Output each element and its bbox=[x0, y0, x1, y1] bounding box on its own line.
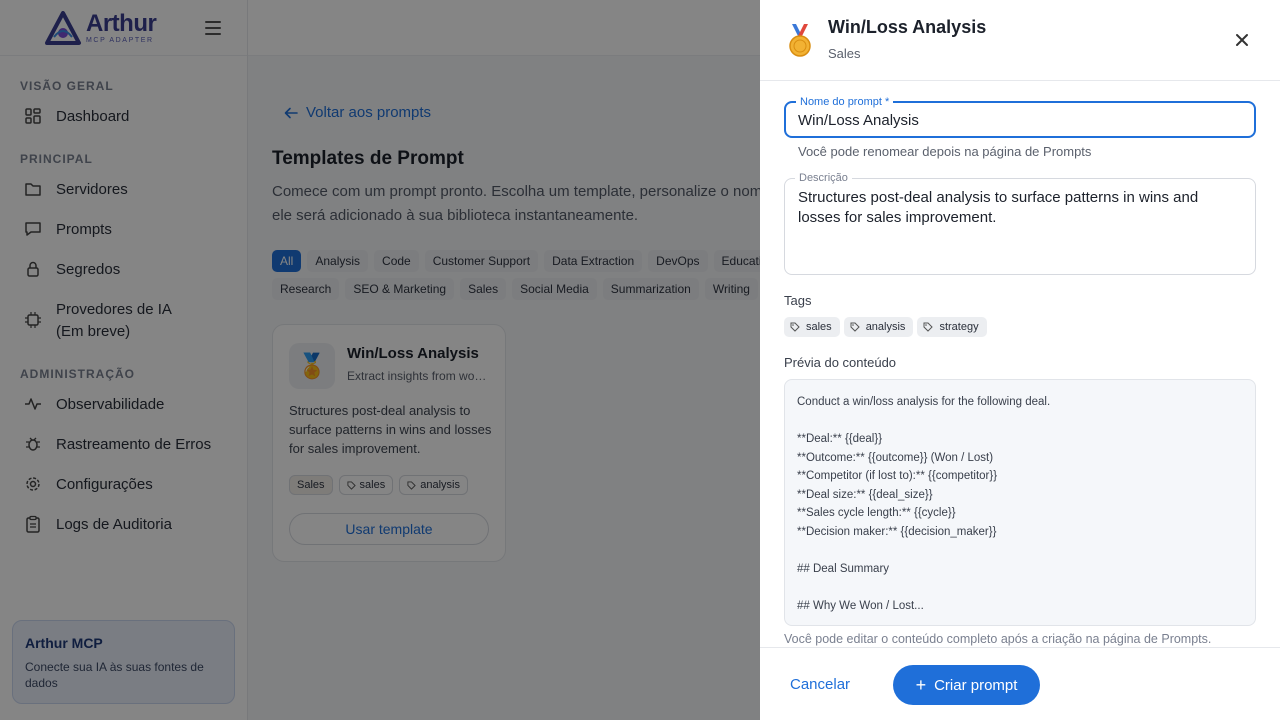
drawer-title: Win/Loss Analysis bbox=[828, 17, 987, 37]
description-label: Descrição bbox=[795, 171, 852, 185]
drawer-subtitle: Sales bbox=[828, 46, 861, 61]
cancel-button[interactable]: Cancelar bbox=[790, 676, 850, 693]
medal-icon bbox=[789, 24, 811, 57]
preview-line bbox=[797, 412, 1243, 431]
tag-list: sales analysis strategy bbox=[784, 317, 987, 337]
tag-chip: analysis bbox=[843, 317, 914, 337]
preview-line: ## Why We Won / Lost... bbox=[797, 599, 924, 612]
tag-icon bbox=[923, 322, 934, 332]
drawer-footer: Cancelar + Criar prompt bbox=[760, 647, 1280, 720]
content-preview-label: Prévia do conteúdo bbox=[784, 355, 897, 370]
tag-icon bbox=[850, 322, 860, 332]
tag-label: strategy bbox=[939, 321, 979, 333]
tag-chip: strategy bbox=[917, 317, 987, 337]
create-prompt-button[interactable]: + Criar prompt bbox=[893, 665, 1040, 705]
content-preview: Conduct a win/loss analysis for the foll… bbox=[784, 379, 1256, 626]
plus-icon: + bbox=[915, 675, 927, 695]
tag-chip: sales bbox=[784, 317, 840, 337]
drawer-header: Win/Loss Analysis Sales bbox=[760, 0, 1280, 81]
preview-line: **Competitor (if lost to):** {{competito… bbox=[797, 470, 998, 482]
preview-line: **Deal:** {{deal}} bbox=[797, 433, 883, 445]
preview-line: **Sales cycle length:** {{cycle}} bbox=[797, 507, 956, 519]
description-textarea[interactable]: Structures post-deal analysis to surface… bbox=[798, 188, 1243, 228]
description-field[interactable]: Descrição Structures post-deal analysis … bbox=[784, 171, 1256, 275]
create-prompt-label: Criar prompt bbox=[934, 676, 1018, 694]
prompt-name-input[interactable] bbox=[798, 112, 1238, 129]
modal-backdrop[interactable] bbox=[0, 0, 760, 720]
preview-line: Conduct a win/loss analysis for the foll… bbox=[797, 396, 1051, 408]
preview-line: **Outcome:** {{outcome}} (Won / Lost) bbox=[797, 451, 994, 464]
prompt-name-field[interactable]: Nome do prompt * bbox=[784, 95, 1256, 138]
tag-label: analysis bbox=[865, 321, 906, 333]
tags-label: Tags bbox=[784, 293, 812, 308]
preview-line bbox=[797, 541, 1243, 560]
preview-note: Você pode editar o conteúdo completo apó… bbox=[784, 632, 1212, 646]
tag-icon bbox=[790, 322, 800, 332]
preview-line: **Deal size:** {{deal_size}} bbox=[797, 488, 933, 501]
prompt-name-label: Nome do prompt * bbox=[796, 95, 894, 109]
preview-line: ## Deal Summary bbox=[797, 562, 890, 575]
template-drawer: Win/Loss Analysis Sales Nome do prompt *… bbox=[760, 0, 1280, 720]
prompt-name-helper: Você pode renomear depois na página de P… bbox=[798, 144, 1092, 159]
preview-line bbox=[797, 578, 1243, 597]
close-icon[interactable] bbox=[1234, 32, 1250, 48]
preview-line: **Decision maker:** {{decision_maker}} bbox=[797, 525, 997, 538]
tag-label: sales bbox=[806, 321, 832, 333]
